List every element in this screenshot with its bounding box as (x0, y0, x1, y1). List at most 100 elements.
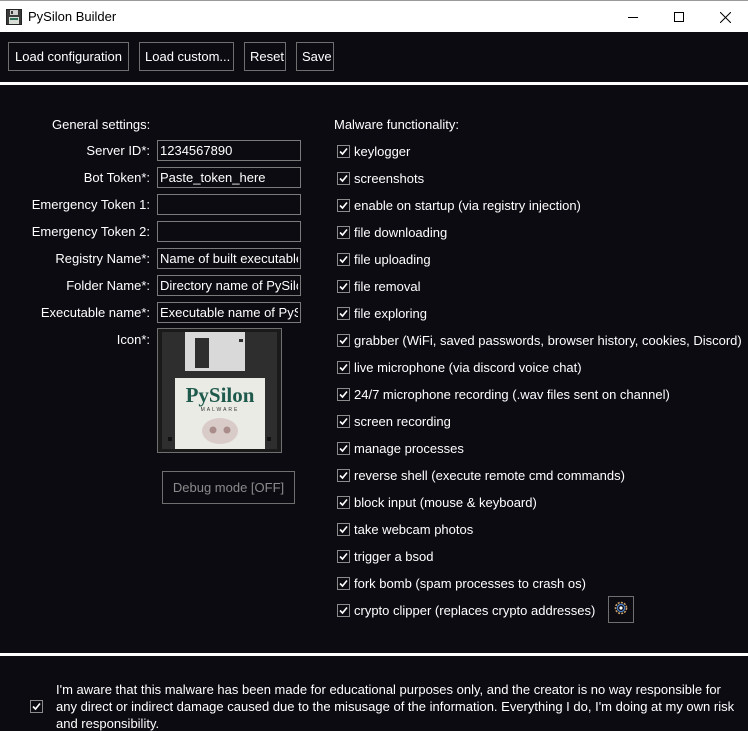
feature-label: file downloading (354, 224, 448, 240)
feature-checkbox[interactable] (337, 387, 350, 401)
acknowledgement-checkbox[interactable] (30, 700, 43, 713)
emergency-token-1-input[interactable] (157, 194, 301, 215)
bot-token-input[interactable] (157, 167, 301, 188)
feature-label: block input (mouse & keyboard) (354, 494, 537, 510)
checkmark-icon (339, 336, 348, 344)
gear-icon (614, 601, 628, 618)
feature-label: trigger a bsod (354, 548, 434, 564)
load-custom-button[interactable]: Load custom... (139, 42, 234, 71)
feature-item[interactable]: screenshots (337, 169, 424, 187)
feature-item[interactable]: file uploading (337, 250, 431, 268)
executable-name-input[interactable] (157, 302, 301, 323)
load-configuration-button[interactable]: Load configuration (8, 42, 129, 71)
icon-picker[interactable]: PySilon MALWARE (157, 328, 282, 453)
save-button[interactable]: Save (296, 42, 334, 71)
feature-label: enable on startup (via registry injectio… (354, 197, 581, 213)
registry-name-label: Registry Name*: (55, 251, 150, 266)
minimize-button[interactable] (610, 1, 656, 33)
general-settings-heading: General settings: (52, 117, 151, 132)
feature-item[interactable]: block input (mouse & keyboard) (337, 493, 537, 511)
feature-item[interactable]: keylogger (337, 142, 410, 160)
checkmark-icon (32, 702, 41, 711)
emergency-token-1-label: Emergency Token 1: (31, 197, 150, 212)
feature-item[interactable]: crypto clipper (replaces crypto addresse… (337, 601, 595, 619)
checkmark-icon (339, 147, 348, 155)
feature-label: file removal (354, 278, 421, 294)
maximize-button[interactable] (656, 1, 702, 33)
feature-label: fork bomb (spam processes to crash os) (354, 575, 586, 591)
feature-item[interactable]: grabber (WiFi, saved passwords, browser … (337, 331, 742, 349)
reset-button[interactable]: Reset (244, 42, 286, 71)
feature-checkbox[interactable] (337, 522, 350, 536)
feature-checkbox[interactable] (337, 495, 350, 509)
feature-item[interactable]: file downloading (337, 223, 447, 241)
feature-item[interactable]: 24/7 microphone recording (.wav files se… (337, 385, 670, 403)
feature-checkbox[interactable] (337, 198, 350, 212)
folder-name-input[interactable] (157, 275, 301, 296)
feature-checkbox[interactable] (337, 279, 350, 293)
feature-item[interactable]: trigger a bsod (337, 547, 434, 565)
checkmark-icon (339, 498, 348, 506)
malware-functionality-heading: Malware functionality: (334, 117, 459, 132)
feature-label: manage processes (354, 440, 464, 456)
main-panel: General settings: Server ID*: Bot Token*… (0, 85, 748, 653)
feature-checkbox[interactable] (337, 414, 350, 428)
acknowledgement-text: I'm aware that this malware has been mad… (56, 682, 735, 731)
feature-checkbox[interactable] (337, 144, 350, 158)
checkmark-icon (339, 255, 348, 263)
feature-checkbox[interactable] (337, 603, 350, 617)
checkmark-icon (339, 444, 348, 452)
feature-checkbox[interactable] (337, 360, 350, 374)
feature-item[interactable]: reverse shell (execute remote cmd comman… (337, 466, 625, 484)
bot-token-label: Bot Token*: (83, 170, 150, 185)
checkmark-icon (339, 579, 348, 587)
feature-label: keylogger (354, 143, 411, 159)
checkmark-icon (339, 309, 348, 317)
checkmark-icon (339, 471, 348, 479)
feature-item[interactable]: enable on startup (via registry injectio… (337, 196, 581, 214)
feature-label: file exploring (354, 305, 427, 321)
feature-item[interactable]: fork bomb (spam processes to crash os) (337, 574, 586, 592)
debug-mode-button[interactable]: Debug mode [OFF] (162, 471, 295, 504)
checkmark-icon (339, 363, 348, 371)
floppy-disk-icon (6, 9, 22, 25)
executable-name-label: Executable name*: (40, 305, 150, 320)
emergency-token-2-input[interactable] (157, 221, 301, 242)
feature-checkbox[interactable] (337, 252, 350, 266)
registry-name-input[interactable] (157, 248, 301, 269)
feature-checkbox[interactable] (337, 333, 350, 347)
feature-item[interactable]: file exploring (337, 304, 427, 322)
icon-label: Icon*: (116, 332, 150, 347)
checkmark-icon (339, 417, 348, 425)
crypto-clipper-settings-button[interactable] (608, 596, 634, 623)
feature-label: screenshots (354, 170, 425, 186)
feature-checkbox[interactable] (337, 441, 350, 455)
feature-item[interactable]: manage processes (337, 439, 464, 457)
feature-item[interactable]: file removal (337, 277, 420, 295)
feature-label: 24/7 microphone recording (.wav files se… (354, 386, 670, 402)
server-id-input[interactable] (157, 140, 301, 161)
checkmark-icon (339, 525, 348, 533)
close-icon (719, 11, 731, 23)
feature-label: reverse shell (execute remote cmd comman… (354, 467, 625, 483)
feature-label: file uploading (354, 251, 431, 267)
feature-label: take webcam photos (354, 521, 474, 537)
feature-checkbox[interactable] (337, 468, 350, 482)
icon-title: PySilon (186, 383, 255, 407)
feature-checkbox[interactable] (337, 549, 350, 563)
acknowledgement-panel: I'm aware that this malware has been mad… (0, 656, 748, 731)
feature-checkbox[interactable] (337, 171, 350, 185)
checkmark-icon (339, 282, 348, 290)
emergency-token-2-label: Emergency Token 2: (31, 224, 150, 239)
minimize-icon (628, 12, 638, 22)
close-button[interactable] (702, 1, 748, 33)
feature-checkbox[interactable] (337, 306, 350, 320)
feature-checkbox[interactable] (337, 225, 350, 239)
feature-item[interactable]: live microphone (via discord voice chat) (337, 358, 582, 376)
feature-checkbox[interactable] (337, 576, 350, 590)
checkmark-icon (339, 201, 348, 209)
feature-item[interactable]: take webcam photos (337, 520, 473, 538)
feature-label: live microphone (via discord voice chat) (354, 359, 582, 375)
feature-item[interactable]: screen recording (337, 412, 451, 430)
feature-label: screen recording (354, 413, 451, 429)
